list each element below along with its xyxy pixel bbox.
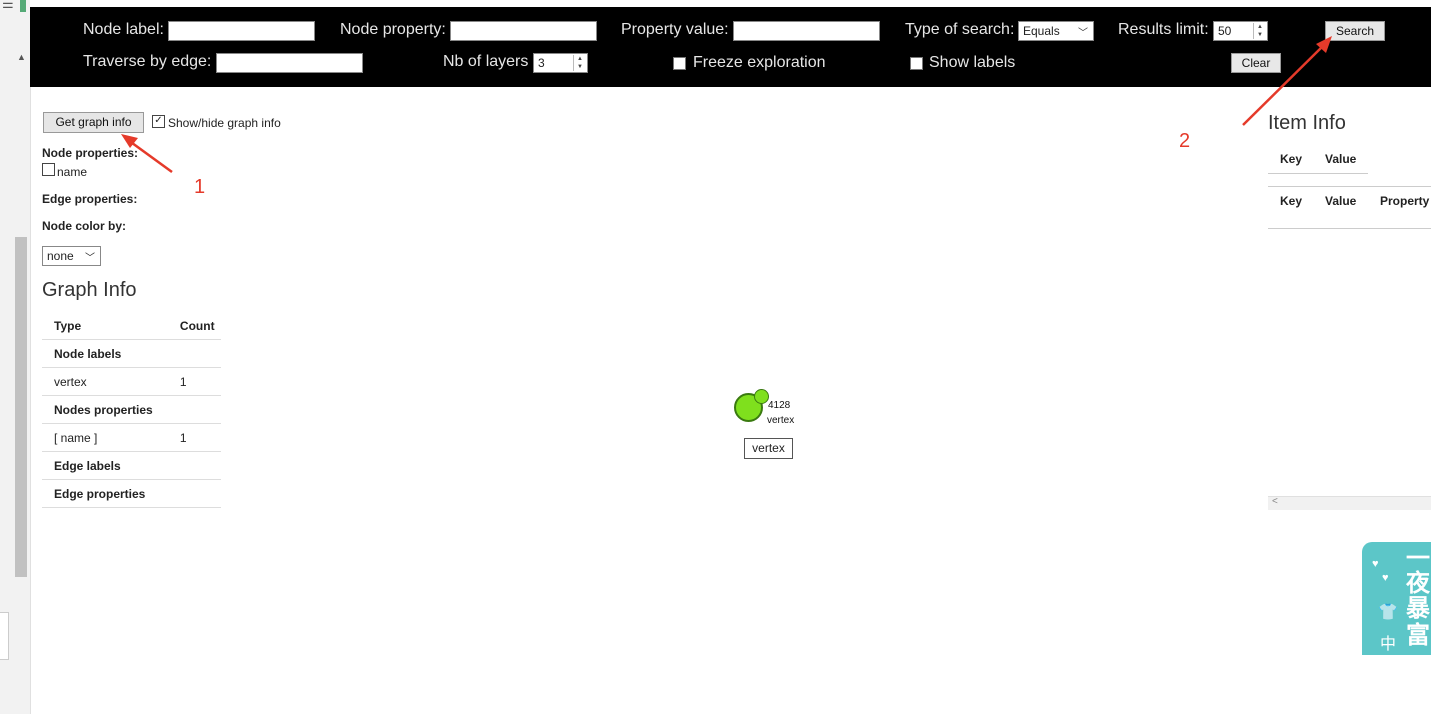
ad-char: 夜: [1406, 570, 1430, 597]
ad-char: 富: [1406, 622, 1430, 649]
arrow-1-line: [127, 138, 173, 174]
ad-char: 暴: [1406, 595, 1430, 622]
heart-icon: ♥: [1372, 558, 1379, 570]
heart-icon: ♥: [1382, 572, 1389, 584]
arrow-2-line: [1242, 42, 1327, 126]
annotation-number-1: 1: [194, 176, 206, 198]
ad-small-char: 中: [1380, 636, 1397, 653]
annotation-number-2: 2: [1179, 130, 1191, 152]
annotation-arrows: [121, 36, 1332, 174]
shirt-icon: 👕: [1378, 604, 1398, 621]
ad-char: 一: [1406, 545, 1430, 572]
ad-widget[interactable]: 一 夜 暴 富 中 ♥ ♥ 👕: [1362, 542, 1431, 655]
